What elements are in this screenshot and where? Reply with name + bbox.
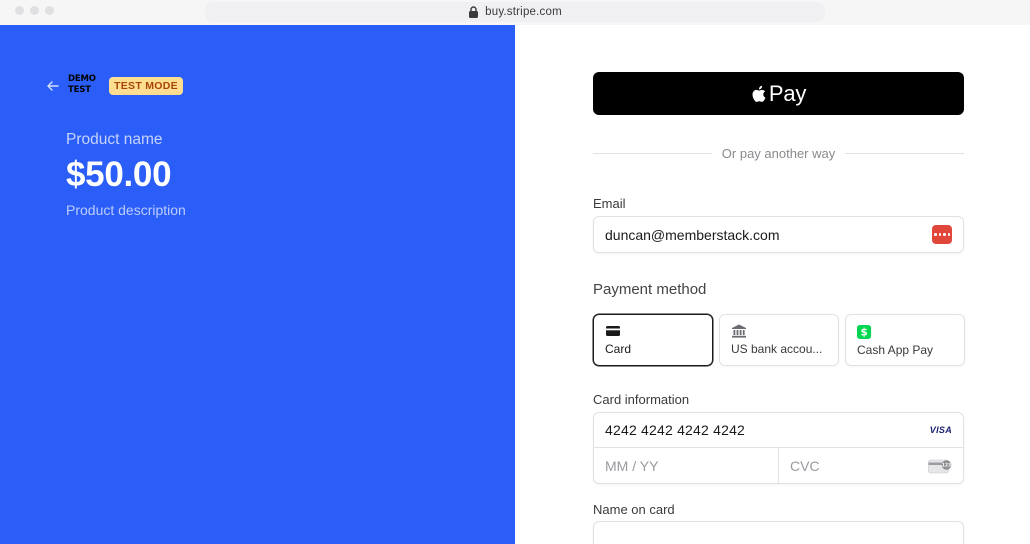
divider-text: Or pay another way [721,145,836,161]
logo-line-1: DEMO [68,74,96,84]
back-arrow-icon[interactable] [45,78,61,94]
address-bar[interactable]: buy.stripe.com [205,2,825,22]
card-number-value: 4242 4242 4242 4242 [605,422,746,438]
test-mode-badge: TEST MODE [109,77,183,95]
credit-card-icon [606,326,620,336]
browser-toolbar: buy.stripe.com [0,0,1030,25]
visa-icon: VISA [929,425,952,435]
lock-icon [469,6,479,18]
cash-app-icon: $ [857,324,872,339]
svg-text:123: 123 [942,462,951,468]
apple-icon [752,85,766,102]
payment-method-label: Cash App Pay [857,343,934,357]
window-minimize-dot[interactable] [30,6,39,15]
logo-line-2: TEST [68,85,91,95]
expiry-placeholder: MM / YY [605,457,659,474]
name-on-card-label: Name on card [593,502,675,517]
url-text: buy.stripe.com [485,6,562,18]
window-maximize-dot[interactable] [45,6,54,15]
divider-line-right [845,152,965,154]
password-manager-icon[interactable] [932,225,952,244]
apple-pay-button[interactable]: Pay [593,72,964,115]
cvc-input[interactable]: CVC 123 [779,448,963,483]
checkout-form-pane: Pay Or pay another way Email duncan@memb… [515,25,1030,544]
name-on-card-input[interactable] [593,521,964,544]
payment-method-card[interactable]: Card [593,314,713,366]
svg-text:$: $ [860,327,867,339]
payment-divider: Or pay another way [593,144,965,162]
bank-icon [732,324,746,338]
card-information-label: Card information [593,392,690,407]
payment-method-title: Payment method [593,281,707,298]
card-number-input[interactable]: 4242 4242 4242 4242 VISA [594,413,963,448]
product-description: Product description [66,202,186,218]
window-close-dot[interactable] [15,6,24,15]
email-field[interactable]: duncan@memberstack.com [593,216,964,253]
payment-method-us-bank[interactable]: US bank accou... [719,314,839,366]
apple-pay-label: Pay [768,80,807,106]
email-value[interactable]: duncan@memberstack.com [605,227,932,243]
payment-method-label: US bank accou... [731,342,823,356]
payment-method-label: Card [605,342,632,356]
product-name: Product name [66,131,163,148]
product-summary-pane: DEMO TEST TEST MODE Product name $50.00 … [0,25,515,544]
merchant-logo[interactable]: DEMO TEST [68,74,96,96]
email-label: Email [593,196,626,211]
payment-method-cash-app[interactable]: $ Cash App Pay [845,314,965,366]
cvc-placeholder: CVC [790,457,820,474]
product-price: $50.00 [66,155,172,194]
card-information-group: 4242 4242 4242 4242 VISA MM / YY CVC 123 [593,412,964,484]
divider-line-left [593,152,712,154]
expiry-input[interactable]: MM / YY [594,448,779,483]
cvc-card-icon: 123 [928,459,952,473]
